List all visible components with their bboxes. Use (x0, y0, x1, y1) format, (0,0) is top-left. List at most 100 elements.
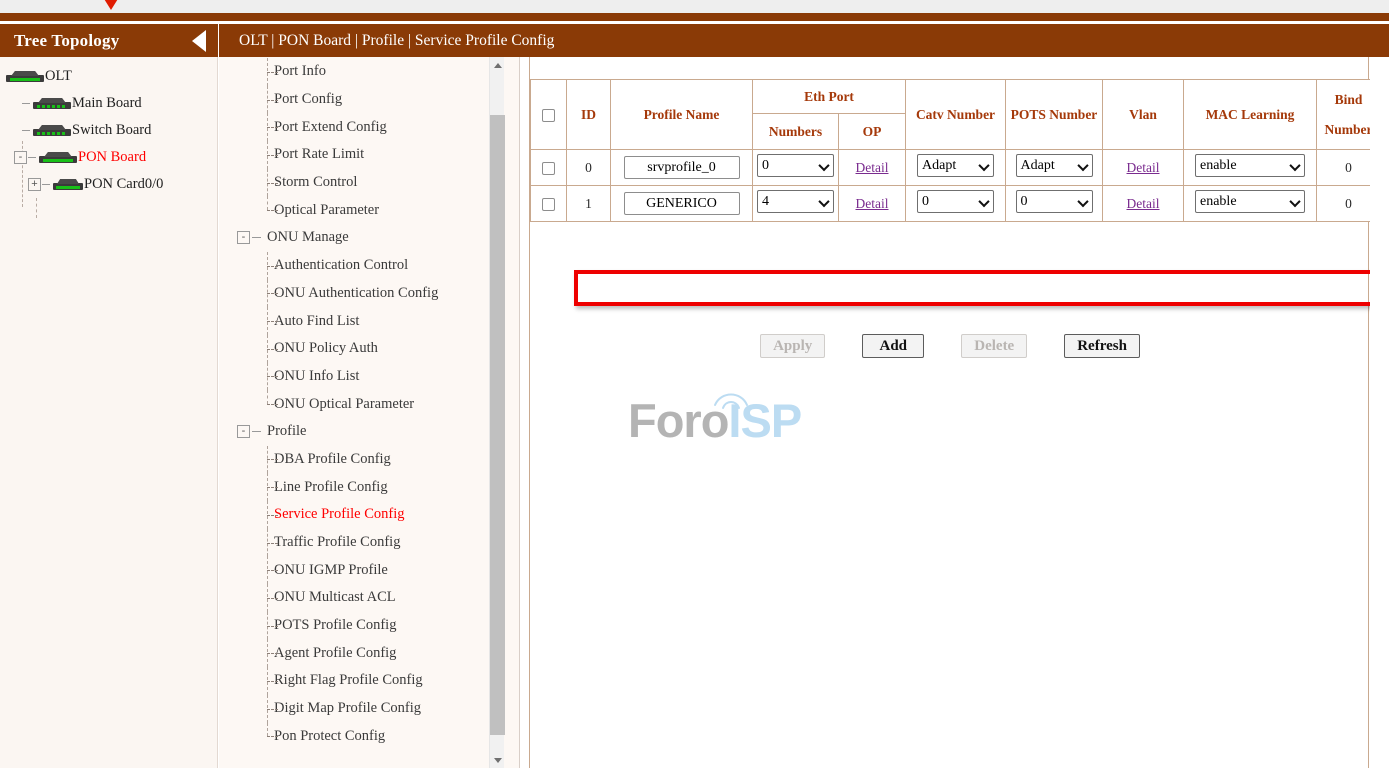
tree-topology-body: OLT Main Board Switch Board - PON Board (0, 57, 218, 768)
menu-item-storm-control[interactable]: Storm Control (219, 169, 504, 197)
tree-node-pon-board[interactable]: - PON Board (0, 144, 218, 171)
tree-connector (267, 307, 277, 335)
menu-item-port-info[interactable]: Port Info (219, 58, 504, 86)
menu-item-optical-parameter[interactable]: Optical Parameter (219, 196, 504, 224)
cell-id: 0 (567, 150, 611, 186)
pots-number-select[interactable]: Adapt (1016, 154, 1093, 177)
apply-button[interactable]: Apply (760, 334, 825, 358)
tree-connector (267, 695, 277, 723)
column-header-eth-port-numbers: Numbers (753, 114, 839, 150)
menu-item-onu-multicast-acl[interactable]: ONU Multicast ACL (219, 584, 504, 612)
menu-item-onu-igmp-profile[interactable]: ONU IGMP Profile (219, 556, 504, 584)
content-inner-frame: ID Profile Name Eth Port Catv Number POT… (529, 57, 1369, 768)
menu-item-label: Authentication Control (274, 257, 408, 274)
eth-numbers-select[interactable]: 0 (757, 154, 834, 177)
tree-node-label: PON Board (78, 149, 146, 166)
row-checkbox[interactable] (542, 162, 555, 175)
menu-item-label: Traffic Profile Config (274, 534, 400, 551)
tree-node-switch-board[interactable]: Switch Board (0, 117, 218, 144)
menu-item-port-config[interactable]: Port Config (219, 86, 504, 114)
eth-op-detail-link[interactable]: Detail (856, 196, 889, 211)
cell-mac-learning: enable (1184, 186, 1317, 222)
tree-branch-dash (252, 431, 261, 432)
tree-connector (267, 446, 277, 474)
mac-learning-select[interactable]: enable (1195, 154, 1305, 177)
catv-number-value: Adapt (922, 158, 956, 173)
menu-item-onu-info-list[interactable]: ONU Info List (219, 363, 504, 391)
pots-number-select[interactable]: 0 (1016, 190, 1093, 213)
menu-item-service-profile-config[interactable]: Service Profile Config (219, 501, 504, 529)
menu-item-label: ONU Info List (274, 368, 359, 385)
mac-learning-select[interactable]: enable (1195, 190, 1305, 213)
menu-item-authentication-control[interactable]: Authentication Control (219, 252, 504, 280)
eth-numbers-select[interactable]: 4 (757, 190, 834, 213)
catv-number-select[interactable]: Adapt (917, 154, 994, 177)
vlan-detail-link[interactable]: Detail (1127, 160, 1160, 175)
left-triangle-icon[interactable] (192, 30, 206, 52)
tree-connector (36, 198, 37, 218)
menu-group-onu-manage[interactable]: - ONU Manage (219, 224, 504, 252)
column-header-mac-learning: MAC Learning (1184, 80, 1317, 150)
tree-connector (267, 584, 277, 612)
tree-branch-dash (252, 237, 261, 238)
chevron-down-icon (1077, 160, 1088, 171)
tree-toggle-collapse-icon[interactable]: - (237, 425, 250, 438)
navigation-menu-list: Port Info Port Config Port Extend Config… (219, 57, 504, 750)
menu-item-pots-profile-config[interactable]: POTS Profile Config (219, 612, 504, 640)
menu-item-line-profile-config[interactable]: Line Profile Config (219, 473, 504, 501)
menu-item-right-flag-profile-config[interactable]: Right Flag Profile Config (219, 667, 504, 695)
chevron-down-icon (1289, 160, 1300, 171)
menu-item-port-rate-limit[interactable]: Port Rate Limit (219, 141, 504, 169)
device-board-icon (33, 97, 71, 110)
cell-eth-op: Detail (839, 186, 906, 222)
chevron-down-icon (978, 160, 989, 171)
mac-learning-value: enable (1200, 158, 1237, 173)
menu-item-onu-optical-parameter[interactable]: ONU Optical Parameter (219, 390, 504, 418)
vlan-detail-link[interactable]: Detail (1127, 196, 1160, 211)
tree-node-pon-card[interactable]: + PON Card0/0 (0, 171, 218, 198)
refresh-button[interactable]: Refresh (1064, 334, 1140, 358)
table-row[interactable]: 0 0 Detail (531, 150, 1381, 186)
menu-item-dba-profile-config[interactable]: DBA Profile Config (219, 446, 504, 474)
tree-connector (267, 86, 277, 114)
tree-node-label: Main Board (72, 95, 142, 112)
table-row[interactable]: 1 4 Detail (531, 186, 1381, 222)
tree-toggle-expand-icon[interactable]: + (28, 178, 41, 191)
scroll-up-arrow-icon[interactable] (490, 57, 505, 73)
tree-node-olt[interactable]: OLT (0, 63, 218, 90)
tree-toggle-collapse-icon[interactable]: - (14, 151, 27, 164)
tree-topology-header: Tree Topology (0, 24, 218, 57)
profile-name-input[interactable] (624, 156, 740, 179)
tree-toggle-collapse-icon[interactable]: - (237, 231, 250, 244)
profile-name-input[interactable] (624, 192, 740, 215)
chevron-down-icon (1077, 196, 1088, 207)
tree-node-main-board[interactable]: Main Board (0, 90, 218, 117)
select-all-checkbox[interactable] (542, 109, 555, 122)
scroll-down-arrow-icon[interactable] (490, 752, 505, 768)
menu-item-digit-map-profile-config[interactable]: Digit Map Profile Config (219, 695, 504, 723)
menu-panel-right-gap (504, 57, 519, 768)
menu-item-pon-protect-config[interactable]: Pon Protect Config (219, 723, 504, 751)
menu-group-profile[interactable]: - Profile (219, 418, 504, 446)
tree-connector (267, 473, 277, 501)
column-header-pots-number: POTS Number (1006, 80, 1103, 150)
eth-op-detail-link[interactable]: Detail (856, 160, 889, 175)
menu-item-port-extend-config[interactable]: Port Extend Config (219, 113, 504, 141)
tree-connector (267, 501, 277, 529)
delete-button[interactable]: Delete (961, 334, 1027, 358)
chevron-down-icon (818, 196, 829, 207)
catv-number-select[interactable]: 0 (917, 190, 994, 213)
menu-scrollbar-thumb[interactable] (490, 115, 505, 735)
menu-item-label: Right Flag Profile Config (274, 672, 423, 689)
menu-item-traffic-profile-config[interactable]: Traffic Profile Config (219, 529, 504, 557)
tree-connector (267, 141, 277, 169)
column-header-eth-port: Eth Port (753, 80, 906, 114)
menu-scrollbar[interactable] (489, 57, 504, 768)
menu-item-auto-find-list[interactable]: Auto Find List (219, 307, 504, 335)
menu-item-onu-authentication-config[interactable]: ONU Authentication Config (219, 280, 504, 308)
row-checkbox[interactable] (542, 198, 555, 211)
menu-item-label: Line Profile Config (274, 479, 388, 496)
add-button[interactable]: Add (862, 334, 924, 358)
menu-item-onu-policy-auth[interactable]: ONU Policy Auth (219, 335, 504, 363)
menu-item-agent-profile-config[interactable]: Agent Profile Config (219, 639, 504, 667)
